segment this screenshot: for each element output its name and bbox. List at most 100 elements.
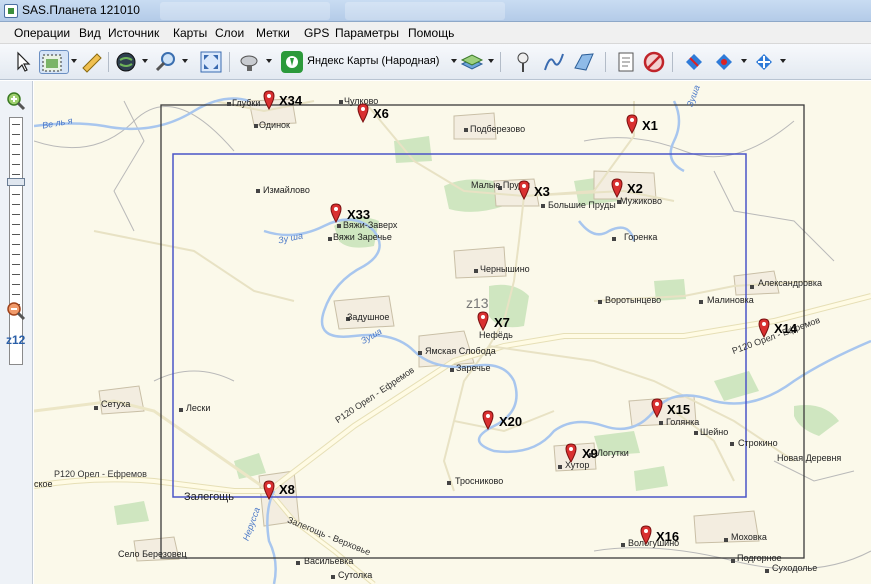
place-dot	[418, 351, 422, 355]
add-path-button[interactable]	[542, 50, 566, 74]
place-label: Воротынцево	[605, 295, 662, 305]
placemark-pin-icon[interactable]	[611, 178, 623, 198]
hide-marks-button[interactable]	[642, 50, 666, 74]
place-dot	[612, 237, 616, 241]
fullscreen-button[interactable]	[199, 50, 223, 74]
chevron-down-icon[interactable]	[780, 59, 786, 63]
select-area-button[interactable]	[39, 50, 69, 74]
zoom-out-button[interactable]	[6, 301, 26, 321]
road-label: P120 Орел - Ефремов	[54, 469, 147, 479]
place-label: Большие Пруды	[548, 200, 616, 210]
placemark-label[interactable]: X8	[279, 482, 295, 497]
chevron-down-icon[interactable]	[71, 59, 77, 63]
background-window-tab[interactable]	[160, 2, 330, 20]
placemark-pin-icon[interactable]	[263, 480, 275, 500]
satellite-button[interactable]	[238, 50, 262, 74]
placemark-pin-icon[interactable]	[651, 398, 663, 418]
marks-list-button[interactable]	[614, 50, 638, 74]
slider-tick	[12, 284, 20, 285]
menu-operations[interactable]: Операции	[14, 26, 70, 40]
menu-help[interactable]: Помощь	[408, 26, 454, 40]
placemark-label[interactable]: X1	[642, 118, 658, 133]
ruler-button[interactable]	[80, 50, 104, 74]
place-label: Нефёдь	[479, 330, 513, 340]
placemark-pin-icon[interactable]	[640, 525, 652, 545]
zoom-in-icon	[7, 92, 26, 111]
menu-layers[interactable]: Слои	[215, 26, 244, 40]
placemark-label[interactable]: X33	[347, 207, 370, 222]
placemark-pin-icon[interactable]	[758, 318, 770, 338]
place-label: Глубки	[232, 98, 261, 108]
place-dot	[724, 538, 728, 542]
place-dot	[730, 442, 734, 446]
placemark-pin-icon[interactable]	[565, 443, 577, 463]
chevron-down-icon[interactable]	[266, 59, 272, 63]
placemark-pin-icon[interactable]	[477, 311, 489, 331]
map-source-label[interactable]: Яндекс Карты (Народная)	[307, 55, 439, 67]
map-view[interactable]: P120 Орел - Ефремов P120 Орел - Ефремов …	[34, 81, 871, 584]
slider-tick	[12, 134, 20, 135]
window-title: SAS.Планета 121010	[22, 3, 140, 17]
slider-tick	[12, 274, 20, 275]
zoom-slider-thumb[interactable]	[7, 178, 25, 186]
placemark-icon	[517, 52, 529, 72]
background-window-tab[interactable]	[345, 2, 505, 20]
ruler-icon	[82, 53, 102, 73]
menu-gps[interactable]: GPS	[304, 26, 329, 40]
zoom-out-icon	[7, 302, 26, 321]
chevron-down-icon[interactable]	[451, 59, 457, 63]
placemark-label[interactable]: X2	[627, 181, 643, 196]
placemark-label[interactable]: X14	[774, 321, 797, 336]
place-dot	[450, 368, 454, 372]
menu-view[interactable]: Вид	[79, 26, 101, 40]
place-label: Заречье	[456, 363, 491, 373]
gps-track-button[interactable]	[712, 50, 736, 74]
placemark-label[interactable]: X15	[667, 402, 690, 417]
menu-settings[interactable]: Параметры	[335, 26, 399, 40]
zoom-slider[interactable]	[7, 117, 25, 365]
chevron-down-icon[interactable]	[142, 59, 148, 63]
pointer-tool-button[interactable]	[10, 50, 34, 74]
place-label: Сутолка	[338, 570, 373, 580]
slider-tick	[12, 164, 20, 165]
place-dot	[339, 100, 343, 104]
menu-maps[interactable]: Карты	[173, 26, 207, 40]
menu-source[interactable]: Источник	[108, 26, 159, 40]
placemark-pin-icon[interactable]	[330, 203, 342, 223]
menu-marks[interactable]: Метки	[256, 26, 290, 40]
place-dot	[256, 189, 260, 193]
placemark-label[interactable]: X16	[656, 529, 679, 544]
magnifier-icon	[155, 52, 175, 72]
chevron-down-icon[interactable]	[741, 59, 747, 63]
slider-tick	[12, 194, 20, 195]
layers-button[interactable]	[460, 50, 484, 74]
map-source-button[interactable]	[280, 50, 304, 74]
slider-tick	[12, 234, 20, 235]
add-placemark-button[interactable]	[511, 50, 535, 74]
gps-center-button[interactable]	[752, 50, 776, 74]
placemark-pin-icon[interactable]	[482, 410, 494, 430]
zoom-in-button[interactable]	[6, 91, 26, 111]
place-dot	[337, 224, 341, 228]
placemark-label[interactable]: X34	[279, 93, 302, 108]
search-button[interactable]	[154, 50, 178, 74]
placemark-label[interactable]: X20	[499, 414, 522, 429]
placemark-label[interactable]: X3	[534, 184, 550, 199]
place-dot	[694, 431, 698, 435]
placemark-label[interactable]: X6	[373, 106, 389, 121]
placemark-label[interactable]: X7	[494, 315, 510, 330]
add-polygon-button[interactable]	[572, 50, 596, 74]
place-label: Вяжи Заречье	[333, 232, 392, 242]
gps-connect-button[interactable]	[682, 50, 706, 74]
place-dot	[447, 481, 451, 485]
placemark-pin-icon[interactable]	[357, 103, 369, 123]
chevron-down-icon[interactable]	[488, 59, 494, 63]
place-dot	[296, 561, 300, 565]
chevron-down-icon[interactable]	[182, 59, 188, 63]
placemark-pin-icon[interactable]	[626, 114, 638, 134]
placemark-label[interactable]: X9	[582, 446, 598, 461]
placemark-pin-icon[interactable]	[518, 180, 530, 200]
placemark-pin-icon[interactable]	[263, 90, 275, 110]
globe-button[interactable]	[114, 50, 138, 74]
place-label: Малиновка	[707, 295, 754, 305]
